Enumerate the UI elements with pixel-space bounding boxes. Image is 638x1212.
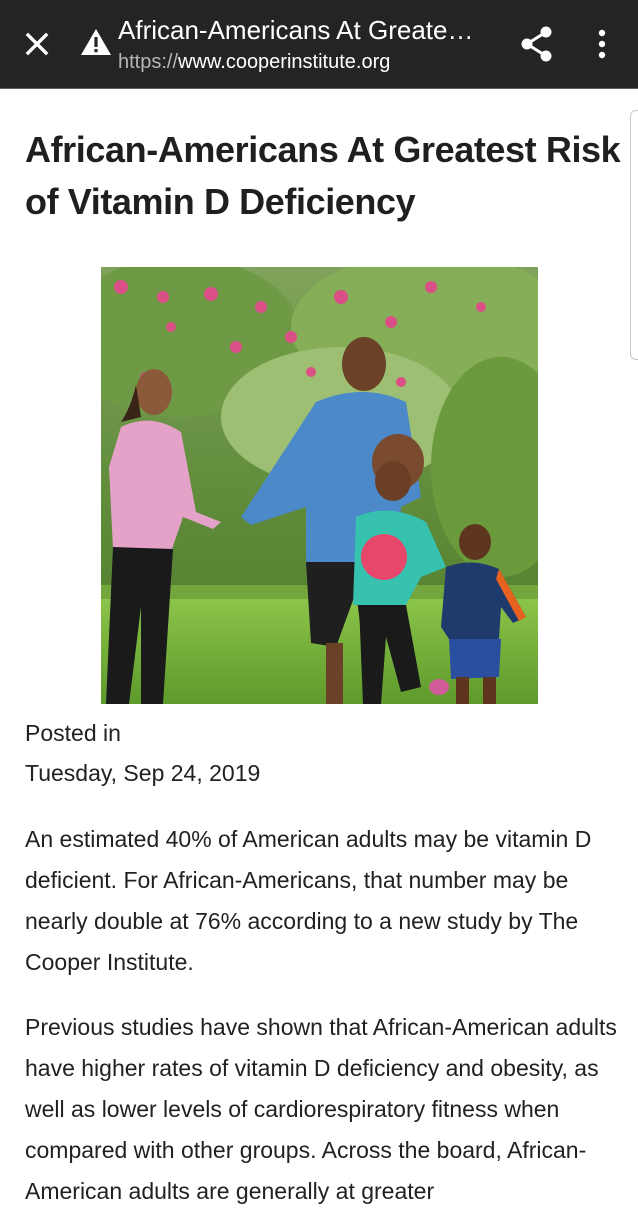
warning-icon[interactable] — [80, 27, 112, 57]
posted-label: Posted in — [25, 720, 121, 746]
page-url[interactable]: https://www.cooperinstitute.org — [118, 49, 390, 75]
more-vert-icon[interactable] — [588, 26, 616, 62]
close-icon[interactable] — [18, 25, 56, 63]
article-paragraph: Previous studies have shown that African… — [25, 1014, 617, 1204]
scrollbar-thumb[interactable] — [630, 110, 638, 360]
url-scheme: https:// — [118, 51, 179, 73]
share-icon[interactable] — [518, 24, 556, 64]
tab-title: African-Americans At Greate… — [118, 15, 474, 45]
hero-photo — [101, 267, 538, 704]
url-host: www.cooperinstitute.org — [178, 51, 391, 73]
post-date: Tuesday, Sep 24, 2019 — [25, 760, 261, 786]
browser-toolbar: African-Americans At Greate… https://www… — [0, 0, 638, 89]
article-title: African-Americans At Greatest Risk of Vi… — [25, 129, 621, 222]
article-paragraph: An estimated 40% of American adults may … — [25, 826, 592, 975]
